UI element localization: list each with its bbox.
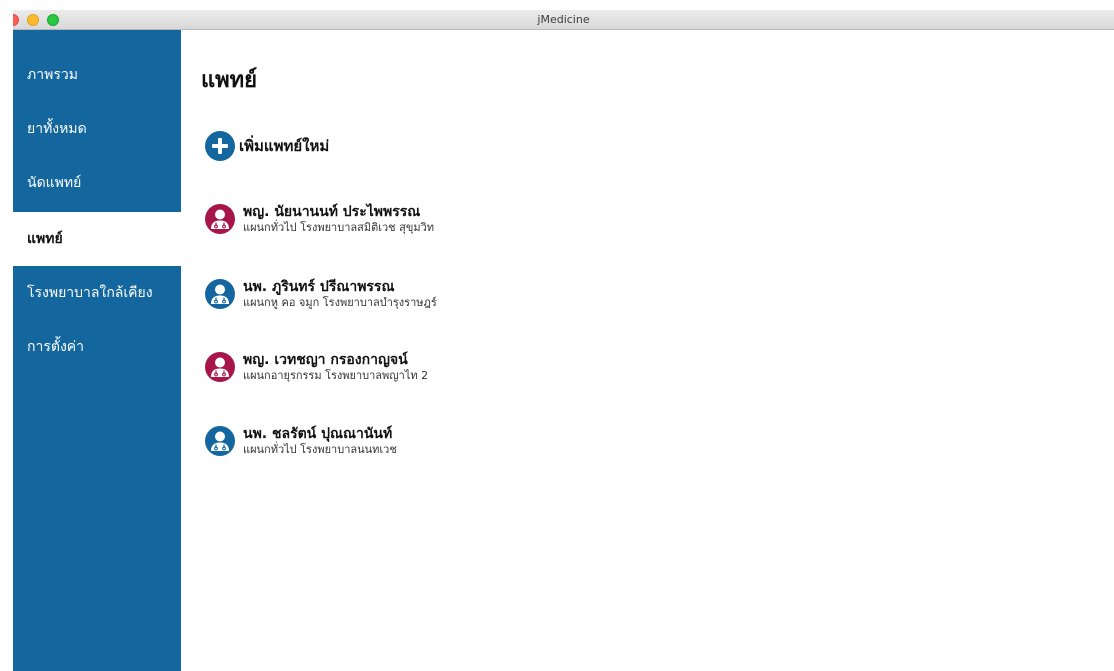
add-doctor-button[interactable]: เพิ่มแพทย์ใหม่ — [205, 130, 329, 162]
sidebar-item-all-medicines[interactable]: ยาทั้งหมด — [13, 102, 181, 156]
page-title: แพทย์ — [201, 68, 258, 93]
doctor-name: พญ. นัยนานนท์ ประไพพรรณ — [243, 204, 421, 220]
sidebar-item-doctors[interactable]: แพทย์ — [13, 212, 181, 266]
doctor-list-item[interactable]: พญ. นัยนานนท์ ประไพพรรณ แผนกทั่วไป โรงพย… — [205, 201, 434, 237]
doctor-avatar-icon — [205, 426, 235, 456]
doctor-name: นพ. ชลรัตน์ ปุณณานันท์ — [243, 426, 393, 442]
doctor-avatar-icon — [205, 279, 235, 309]
main-content: แพทย์ เพิ่มแพทย์ใหม่ พญ. นัยนานนท์ ประไพ… — [181, 30, 1114, 671]
doctor-list-item[interactable]: นพ. ชลรัตน์ ปุณณานันท์ แผนกทั่วไป โรงพยา… — [205, 423, 397, 459]
doctor-list-item[interactable]: พญ. เวทชญา กรองกาญจน์ แผนกอายุรกรรม โรงพ… — [205, 349, 428, 385]
doctor-avatar-icon — [205, 352, 235, 382]
doctor-department: แผนกทั่วไป โรงพยาบาลนนทเวช — [243, 443, 397, 456]
sidebar-item-label: โรงพยาบาลใกล้เคียง — [27, 285, 153, 301]
sidebar-item-label: ยาทั้งหมด — [27, 121, 87, 137]
sidebar-item-label: การตั้งค่า — [27, 339, 85, 355]
add-doctor-label: เพิ่มแพทย์ใหม่ — [239, 137, 330, 155]
plus-circle-icon[interactable] — [205, 131, 235, 161]
sidebar: ภาพรวม ยาทั้งหมด นัดแพทย์ แพทย์ โรงพยาบา… — [13, 30, 181, 671]
desktop-background — [0, 0, 13, 671]
doctor-department: แผนกอายุรกรรม โรงพยาบาลพญาไท 2 — [243, 369, 429, 382]
sidebar-item-nearby-hospitals[interactable]: โรงพยาบาลใกล้เคียง — [13, 266, 181, 320]
sidebar-item-label: ภาพรวม — [27, 67, 78, 83]
sidebar-item-overview[interactable]: ภาพรวม — [13, 48, 181, 102]
window-title: jMedicine — [537, 13, 590, 26]
doctor-avatar-icon — [205, 204, 235, 234]
sidebar-item-settings[interactable]: การตั้งค่า — [13, 320, 181, 374]
doctor-name: พญ. เวทชญา กรองกาญจน์ — [243, 352, 408, 368]
sidebar-item-label: แพทย์ — [27, 231, 63, 247]
doctor-department: แผนกทั่วไป โรงพยาบาลสมิติเวช สุขุมวิท — [243, 221, 435, 234]
title-bar[interactable]: jMedicine — [13, 10, 1114, 30]
doctor-name: นพ. ภูรินทร์ ปรีณาพรรณ — [243, 279, 395, 295]
sidebar-item-appointments[interactable]: นัดแพทย์ — [13, 156, 181, 210]
sidebar-item-label: นัดแพทย์ — [27, 175, 82, 191]
doctor-department: แผนกหู คอ จมูก โรงพยาบาลบำรุงราษฎร์ — [243, 296, 437, 309]
doctor-list-item[interactable]: นพ. ภูรินทร์ ปรีณาพรรณ แผนกหู คอ จมูก โร… — [205, 276, 437, 312]
app-window: jMedicine ภาพรวม ยาทั้งหมด นัดแพทย์ แพทย… — [13, 10, 1114, 671]
